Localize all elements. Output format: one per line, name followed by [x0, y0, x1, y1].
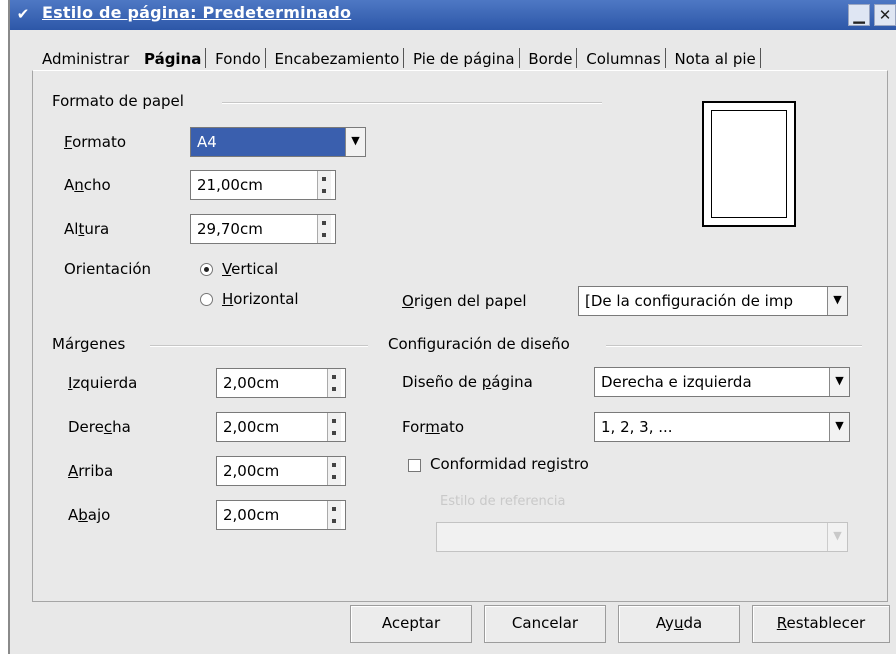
- margin-top-field[interactable]: 2,00cm: [216, 456, 346, 486]
- paper-format-value: A4: [197, 133, 217, 151]
- paper-source-select[interactable]: [De la configuración de imp ▼: [578, 286, 848, 316]
- margin-bottom-label: Abajo: [68, 506, 111, 524]
- tab-divider: [264, 48, 266, 68]
- page-style-dialog: ✔ Estilo de página: Predeterminado ▁ ✕ A…: [8, 0, 896, 654]
- tab-pie-de-pagina[interactable]: Pie de página: [409, 42, 519, 70]
- orientation-vertical-label[interactable]: Vertical: [222, 260, 278, 278]
- page-layout-select[interactable]: Derecha e izquierda ▼: [594, 367, 850, 397]
- group-divider: [150, 345, 368, 347]
- margin-right-spin-icon[interactable]: [327, 413, 341, 441]
- height-label: Altura: [64, 220, 110, 238]
- page-layout-label: Diseño de página: [402, 373, 533, 391]
- height-field[interactable]: 29,70cm: [190, 214, 336, 244]
- orientation-horizontal-label[interactable]: Horizontal: [222, 290, 299, 308]
- width-label: Ancho: [64, 176, 111, 194]
- minimize-icon[interactable]: ▁: [848, 4, 870, 26]
- height-value: 29,70cm: [197, 220, 263, 238]
- margin-right-label: Derecha: [68, 418, 131, 436]
- margin-left-spin-icon[interactable]: [327, 369, 341, 397]
- margin-top-label: Arriba: [68, 462, 114, 480]
- tab-divider: [576, 48, 578, 68]
- chevron-down-icon[interactable]: ▼: [829, 413, 849, 441]
- paper-source-label: Origen del papel: [402, 292, 527, 310]
- tab-divider: [205, 48, 207, 68]
- height-spin-icon[interactable]: [317, 215, 331, 243]
- reference-style-select: ▼: [436, 522, 848, 552]
- width-field[interactable]: 21,00cm: [190, 170, 336, 200]
- tab-divider: [759, 48, 761, 68]
- chevron-down-icon[interactable]: ▼: [829, 368, 849, 396]
- margin-left-label: Izquierda: [68, 374, 138, 392]
- paper-format-label: Formato: [64, 133, 127, 151]
- margins-group-title: Márgenes: [52, 335, 126, 353]
- tab-pagina[interactable]: Página: [138, 42, 205, 70]
- width-value: 21,00cm: [197, 176, 263, 194]
- tab-fondo[interactable]: Fondo: [211, 42, 264, 70]
- paper-format-select[interactable]: A4 ▼: [190, 127, 366, 157]
- margin-left-field[interactable]: 2,00cm: [216, 368, 346, 398]
- margin-bottom-spin-icon[interactable]: [327, 501, 341, 529]
- width-spin-icon[interactable]: [317, 171, 331, 199]
- layout-settings-group-title: Configuración de diseño: [388, 335, 570, 353]
- page-preview-margins: [711, 110, 787, 218]
- orientation-horizontal-radio[interactable]: [200, 293, 213, 306]
- margin-right-field[interactable]: 2,00cm: [216, 412, 346, 442]
- orientation-vertical-radio[interactable]: [200, 263, 213, 276]
- chevron-down-icon[interactable]: ▼: [345, 128, 365, 156]
- group-divider: [222, 102, 602, 104]
- tab-administrar[interactable]: Administrar: [38, 42, 133, 70]
- page-layout-value: Derecha e izquierda: [601, 373, 752, 391]
- tab-bar: Administrar Página Fondo Encabezamiento …: [38, 42, 761, 70]
- margin-bottom-field[interactable]: 2,00cm: [216, 500, 346, 530]
- chevron-down-icon: ▼: [827, 523, 847, 551]
- tab-nota-al-pie[interactable]: Nota al pie: [670, 42, 759, 70]
- numbering-format-select[interactable]: 1, 2, 3, ... ▼: [594, 412, 850, 442]
- register-true-checkbox[interactable]: [408, 459, 421, 472]
- window-title: Estilo de página: Predeterminado: [42, 3, 352, 22]
- tab-borde[interactable]: Borde: [524, 42, 576, 70]
- paper-source-value: [De la configuración de imp: [585, 292, 793, 310]
- ok-button[interactable]: Aceptar: [350, 605, 472, 643]
- margin-right-value: 2,00cm: [223, 418, 280, 436]
- group-divider: [606, 345, 862, 347]
- numbering-format-label: Formato: [402, 418, 465, 436]
- margin-left-value: 2,00cm: [223, 374, 280, 392]
- chevron-down-icon[interactable]: ▼: [827, 287, 847, 315]
- numbering-format-value: 1, 2, 3, ...: [601, 418, 673, 436]
- cancel-button[interactable]: Cancelar: [484, 605, 606, 643]
- reference-style-label: Estilo de referencia: [440, 494, 566, 509]
- close-icon[interactable]: ✕: [874, 4, 896, 26]
- register-true-label[interactable]: Conformidad registro: [430, 455, 589, 473]
- tab-divider: [664, 48, 666, 68]
- tab-columnas[interactable]: Columnas: [582, 42, 664, 70]
- page-preview: [702, 101, 796, 227]
- tab-divider: [518, 48, 520, 68]
- margin-top-spin-icon[interactable]: [327, 457, 341, 485]
- title-bar[interactable]: ✔ Estilo de página: Predeterminado ▁ ✕: [10, 0, 896, 30]
- reset-button[interactable]: Restablecer: [752, 605, 890, 643]
- orientation-label: Orientación: [64, 260, 152, 278]
- tab-divider: [403, 48, 405, 68]
- margin-top-value: 2,00cm: [223, 462, 280, 480]
- margin-bottom-value: 2,00cm: [223, 506, 280, 524]
- paper-format-group-title: Formato de papel: [52, 92, 184, 110]
- help-button[interactable]: Ayuda: [618, 605, 740, 643]
- tab-encabezamiento[interactable]: Encabezamiento: [270, 42, 403, 70]
- window-menu-icon[interactable]: ✔: [14, 5, 32, 23]
